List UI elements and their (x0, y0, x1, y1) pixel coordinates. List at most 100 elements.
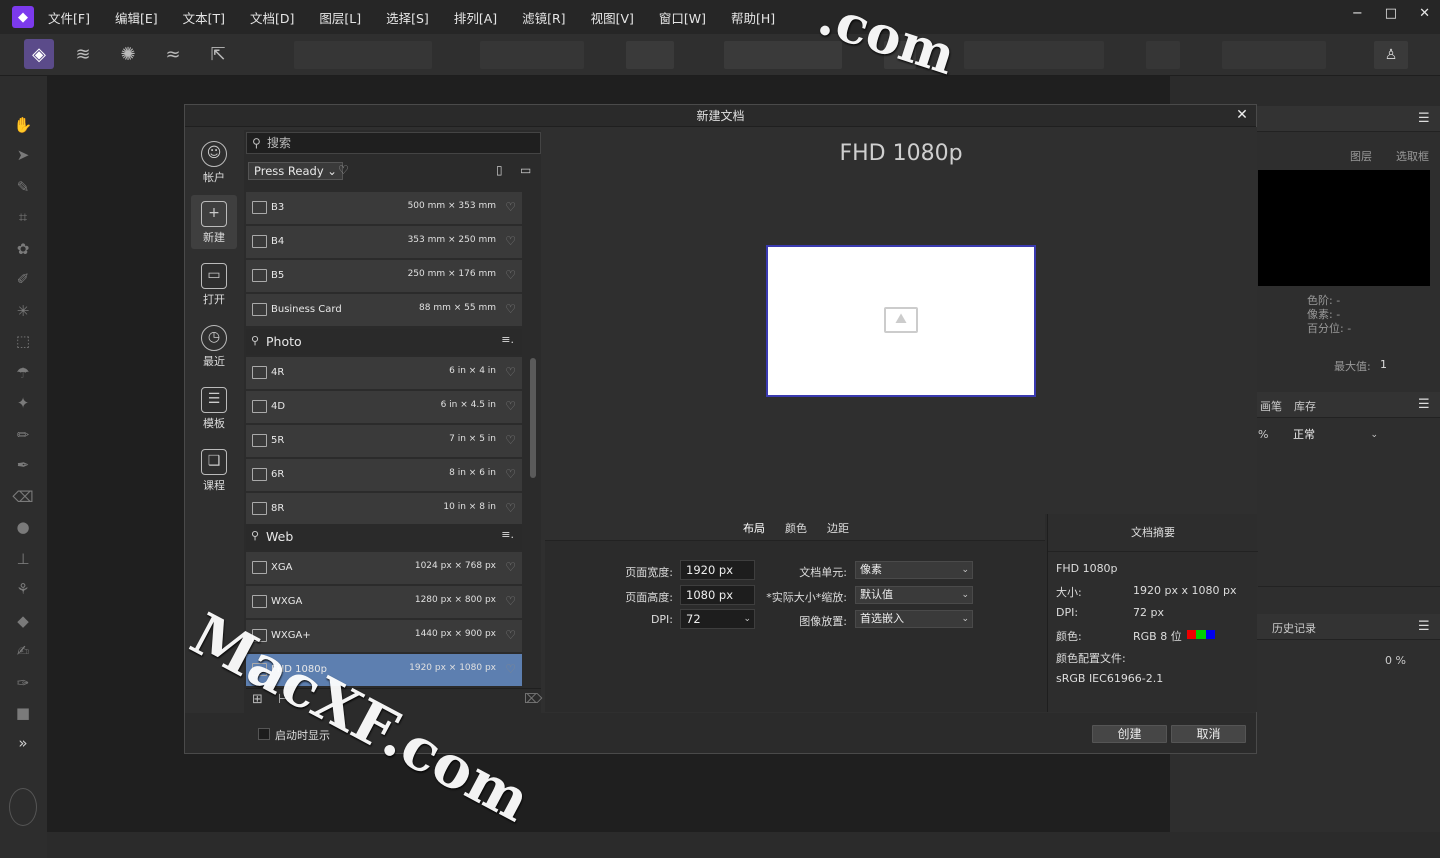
heart-icon[interactable]: ♡ (505, 501, 516, 515)
heart-icon[interactable]: ♡ (505, 234, 516, 248)
menu-edit[interactable]: 编辑[E] (115, 8, 158, 27)
hand-tool-icon[interactable]: ✋ (12, 114, 34, 136)
magic-wand-icon[interactable]: ✳ (12, 300, 34, 322)
tab-history[interactable]: 历史记录 (1272, 620, 1316, 636)
photo-persona-icon[interactable]: ◈ (24, 39, 54, 69)
flood-fill-icon[interactable]: ☂ (12, 362, 34, 384)
nav-templates[interactable]: ☰ 模板 (191, 381, 237, 435)
favorite-heart-icon[interactable]: ♡ (338, 163, 349, 177)
dialog-close-icon[interactable]: ✕ (1234, 107, 1250, 123)
heart-icon[interactable]: ♡ (505, 662, 516, 676)
list-item[interactable]: XGA 1024 px × 768 px ♡ (246, 552, 522, 584)
heart-icon[interactable]: ♡ (505, 467, 516, 481)
flood-select-icon[interactable]: ✐ (12, 268, 34, 290)
blend-mode-select[interactable]: 正常 ⌄ (1288, 426, 1382, 444)
liquify-persona-icon[interactable]: ≋ (68, 39, 98, 69)
menu-window[interactable]: 窗口[W] (659, 8, 706, 27)
group-header-web[interactable]: ⚲ Web ≡. (246, 524, 522, 550)
gradient-tool-icon[interactable]: ✦ (12, 392, 34, 414)
maximize-button[interactable]: □ (1385, 6, 1397, 21)
list-item[interactable]: 4R 6 in × 4 in ♡ (246, 357, 522, 389)
selection-checkbox-label[interactable]: 选取框 (1396, 148, 1429, 164)
document-units-select[interactable]: 像素 ⌄ (855, 561, 973, 579)
list-item[interactable]: Business Card 88 mm × 55 mm ♡ (246, 294, 522, 326)
portrait-orientation-icon[interactable]: ▯ (496, 163, 503, 177)
image-placement-select[interactable]: 首选嵌入 ⌄ (855, 610, 973, 628)
list-item[interactable]: B5 250 mm × 176 mm ♡ (246, 260, 522, 292)
dodge-tool-icon[interactable]: ● (12, 516, 34, 538)
list-item[interactable]: B4 353 mm × 250 mm ♡ (246, 226, 522, 258)
list-item[interactable]: 6R 8 in × 6 in ♡ (246, 459, 522, 491)
list-item[interactable]: B3 500 mm × 353 mm ♡ (246, 192, 522, 224)
more-tools-icon[interactable]: » (12, 732, 34, 754)
category-select[interactable]: Press Ready ⌄ (248, 162, 343, 180)
landscape-orientation-icon[interactable]: ▭ (520, 163, 531, 177)
dpi-input[interactable]: 72 ⌄ (680, 609, 755, 629)
list-item[interactable]: 8R 10 in × 8 in ♡ (246, 493, 522, 525)
selection-brush-icon[interactable]: ✿ (12, 238, 34, 260)
menu-document[interactable]: 文档[D] (250, 8, 294, 27)
user-account-icon[interactable]: ♙ (1374, 41, 1408, 69)
heart-icon[interactable]: ♡ (505, 268, 516, 282)
group-menu-icon[interactable]: ≡. (501, 528, 514, 541)
list-scrollbar[interactable] (528, 188, 538, 682)
page-width-input[interactable]: 1920 px (680, 560, 755, 580)
group-header-photo[interactable]: ⚲ Photo ≡. (246, 329, 522, 355)
marquee-tool-icon[interactable]: ⬚ (12, 330, 34, 352)
nav-account[interactable]: ☺ 帐户 (191, 135, 237, 189)
list-item[interactable]: WXGA 1280 px × 800 px ♡ (246, 586, 522, 618)
create-button[interactable]: 创建 (1092, 725, 1167, 743)
dpi-dropdown-icon[interactable]: ⌄ (743, 610, 751, 628)
crop-tool-icon[interactable]: ⌗ (12, 206, 34, 228)
delete-preset-icon[interactable]: ⌦ (524, 692, 542, 707)
color-swatch-icon[interactable]: ■ (12, 702, 34, 724)
list-item[interactable]: 5R 7 in × 5 in ♡ (246, 425, 522, 457)
blemish-tool-icon[interactable]: ⚘ (12, 578, 34, 600)
text-tool-icon[interactable]: ✑ (12, 672, 34, 694)
minimize-button[interactable]: − (1352, 6, 1363, 21)
heart-icon[interactable]: ♡ (505, 560, 516, 574)
opacity-percent[interactable]: % (1258, 428, 1268, 441)
develop-persona-icon[interactable]: ✺ (113, 39, 143, 69)
heart-icon[interactable]: ♡ (505, 365, 516, 379)
export-persona-icon[interactable]: ⇱ (203, 39, 233, 69)
menu-select[interactable]: 选择[S] (386, 8, 429, 27)
heart-icon[interactable]: ♡ (505, 433, 516, 447)
menu-arrange[interactable]: 排列[A] (454, 8, 497, 27)
erase-brush-icon[interactable]: ⌫ (12, 486, 34, 508)
dpi-scale-select[interactable]: 默认值 ⌄ (855, 586, 973, 604)
layers-checkbox-label[interactable]: 图层 (1350, 148, 1372, 164)
color-picker-tool-icon[interactable]: ✎ (12, 176, 34, 198)
search-input[interactable]: ⚲ 搜索 (246, 132, 541, 154)
heart-icon[interactable]: ♡ (505, 200, 516, 214)
menu-text[interactable]: 文本[T] (183, 8, 225, 27)
history-panel-menu-icon[interactable]: ☰ (1418, 619, 1432, 634)
menu-filters[interactable]: 滤镜[R] (522, 8, 565, 27)
pen-tool-icon[interactable]: ✍ (12, 640, 34, 662)
nav-new[interactable]: + 新建 (191, 195, 237, 249)
page-height-input[interactable]: 1080 px (680, 585, 755, 605)
group-menu-icon[interactable]: ≡. (501, 333, 514, 346)
show-on-startup-checkbox[interactable] (258, 728, 270, 740)
menu-help[interactable]: 帮助[H] (731, 8, 775, 27)
heart-icon[interactable]: ♡ (505, 399, 516, 413)
nav-tutorials[interactable]: ❑ 课程 (191, 443, 237, 497)
tab-layout[interactable]: 布局 (743, 520, 765, 536)
tab-stock[interactable]: 库存 (1294, 398, 1316, 414)
tone-mapping-persona-icon[interactable]: ≈ (158, 39, 188, 69)
scrollbar-thumb[interactable] (530, 358, 536, 478)
blur-brush-icon[interactable]: ◆ (12, 610, 34, 632)
nav-recent[interactable]: ◷ 最近 (191, 319, 237, 373)
color-wheel-icon[interactable] (9, 788, 37, 826)
clone-brush-icon[interactable]: ⊥ (12, 548, 34, 570)
pixel-brush-icon[interactable]: ✒ (12, 454, 34, 476)
paint-brush-icon[interactable]: ✏ (12, 424, 34, 446)
close-window-button[interactable]: ✕ (1419, 6, 1430, 21)
list-item[interactable]: 4D 6 in × 4.5 in ♡ (246, 391, 522, 423)
tab-color[interactable]: 颜色 (785, 520, 807, 536)
brush-panel-menu-icon[interactable]: ☰ (1418, 397, 1432, 412)
heart-icon[interactable]: ♡ (505, 594, 516, 608)
nav-open[interactable]: ▭ 打开 (191, 257, 237, 311)
heart-icon[interactable]: ♡ (505, 302, 516, 316)
tab-brushes[interactable]: 画笔 (1260, 398, 1282, 414)
